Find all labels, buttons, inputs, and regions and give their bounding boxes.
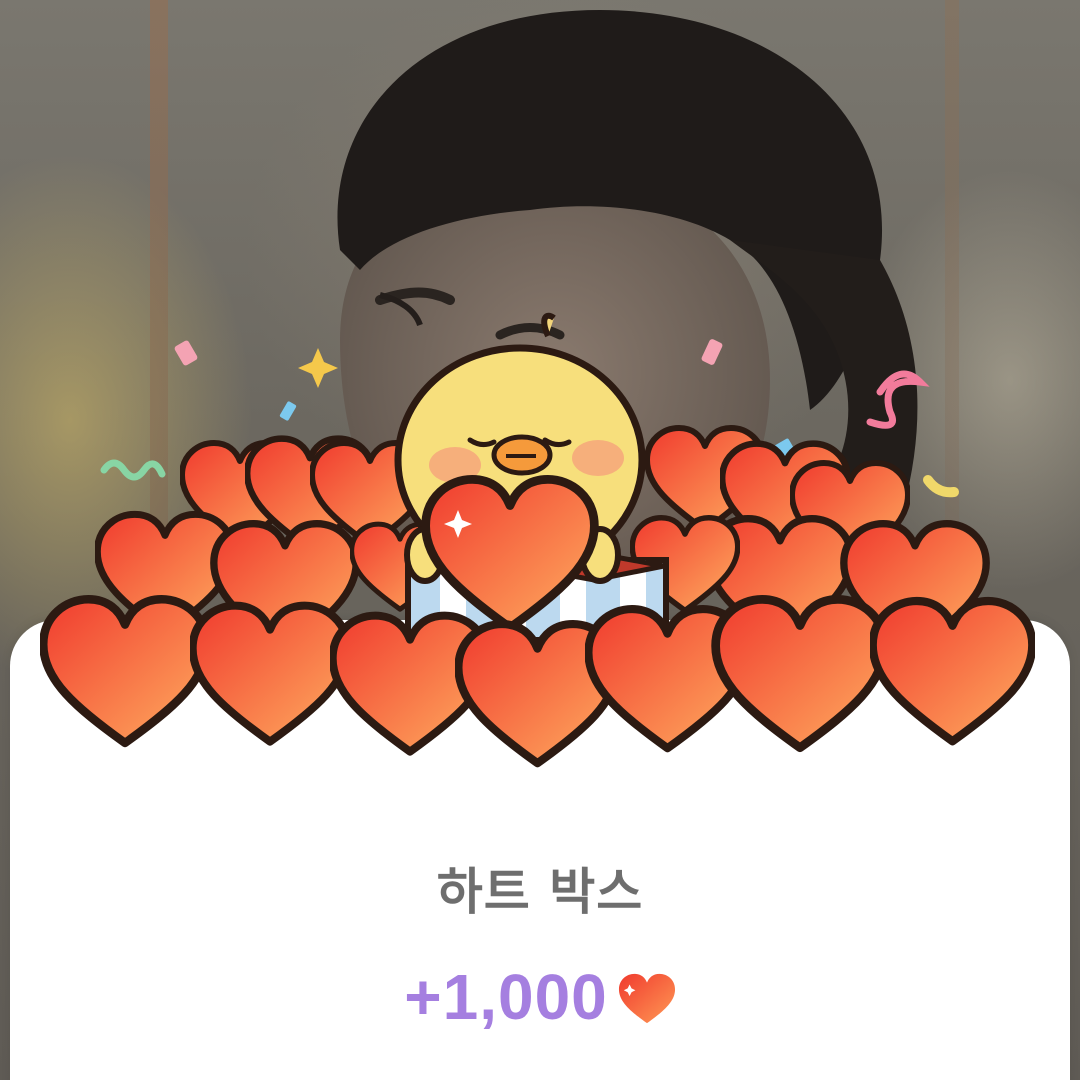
heart-icon [193, 606, 348, 742]
heart-icon [873, 601, 1033, 741]
reward-title: 하트 박스 [436, 863, 644, 921]
heart-icon [618, 973, 675, 1024]
heart-box-illustration [0, 312, 1080, 790]
reward-amount-row: +1,000 [0, 960, 1080, 1034]
heart-icon [43, 599, 206, 743]
reward-amount: +1,000 [404, 961, 608, 1033]
heart-icon [716, 599, 885, 747]
